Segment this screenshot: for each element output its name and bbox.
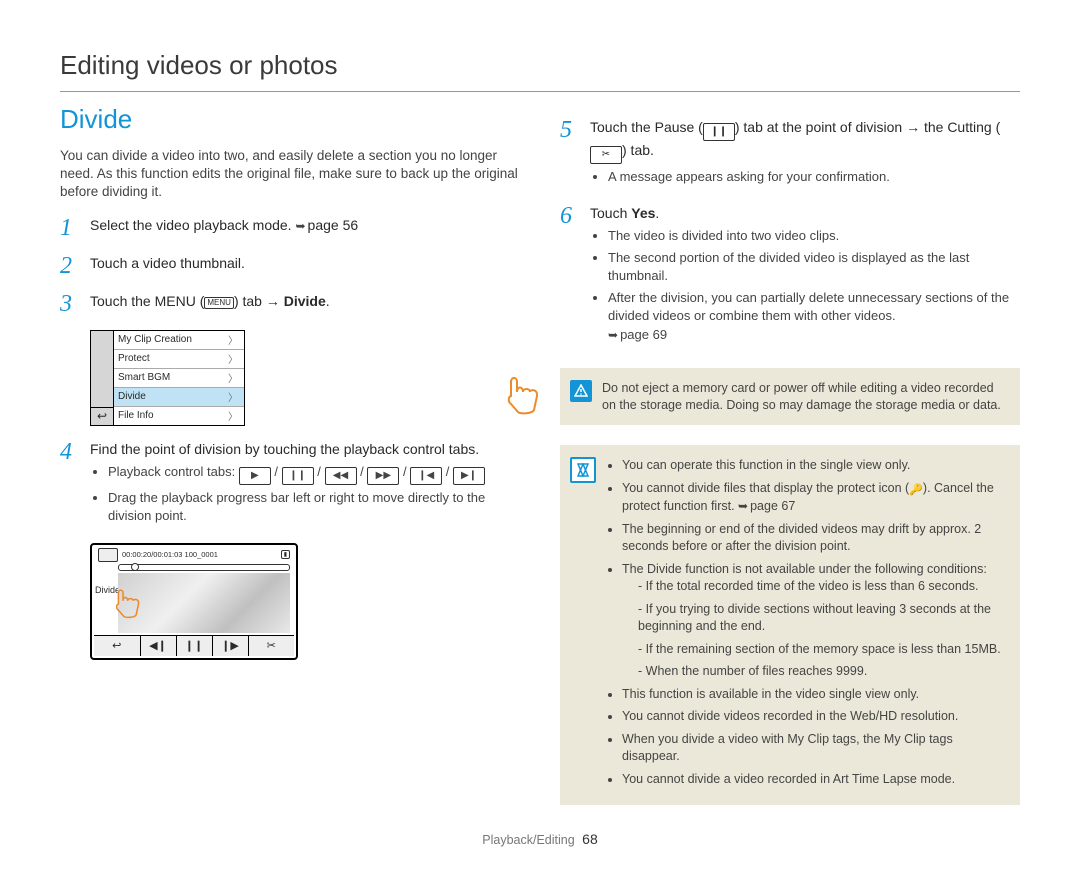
step-text: Touch Yes. The video is divided into two… — [590, 204, 1020, 348]
scissors-icon: ✂ — [590, 146, 622, 164]
step-3: 3 Touch the MENU (MENU) tab → Divide. — [60, 292, 520, 316]
step-6: 6 Touch Yes. The video is divided into t… — [560, 204, 1020, 348]
warning-text: Do not eject a memory card or power off … — [602, 380, 1008, 414]
control-prev: ◀❙ — [141, 636, 177, 656]
step-4: 4 Find the point of division by touching… — [60, 440, 520, 529]
hand-pointer-icon — [113, 587, 147, 621]
info-item: When you divide a video with My Clip tag… — [622, 731, 1008, 766]
right-column: 5 Touch the Pause (❙❙) tab at the point … — [560, 104, 1020, 805]
step-1-text: Select the video playback mode. — [90, 217, 292, 233]
video-frame — [118, 573, 290, 633]
play-icon: ▶ — [239, 467, 271, 485]
info-sublist: If the total recorded time of the video … — [622, 578, 1008, 681]
footer-section: Playback/Editing — [482, 833, 574, 847]
step-5: 5 Touch the Pause (❙❙) tab at the point … — [560, 118, 1020, 190]
playback-illustration: 00:00:20/00:01:03 100_0001 ▮ Divide ↩ ◀❙… — [90, 543, 298, 660]
battery-icon: ▮ — [281, 550, 290, 559]
playback-timestamp: 00:00:20/00:01:03 100_0001 — [122, 550, 218, 559]
step-number: 3 — [60, 292, 80, 316]
chevron-icon: 〉 — [228, 332, 238, 347]
page-ref: page 67 — [738, 499, 795, 513]
step-text: Touch a video thumbnail. — [90, 254, 245, 273]
chevron-icon: 〉 — [228, 389, 238, 404]
control-pause: ❙❙ — [177, 636, 213, 656]
info-item: This function is available in the video … — [622, 686, 1008, 704]
skip-back-icon: ❙◀ — [410, 467, 442, 485]
page-footer: Playback/Editing 68 — [60, 831, 1020, 847]
section-heading: Divide — [60, 104, 520, 135]
back-icon: ↩ — [91, 407, 113, 425]
page-title: Editing videos or photos — [60, 50, 1020, 87]
menu-row-selected: Divide〉 — [114, 388, 244, 407]
step-4-bullet-2: Drag the playback progress bar left or r… — [108, 489, 520, 525]
pause-icon: ❙❙ — [703, 123, 735, 141]
page-number: 68 — [582, 831, 598, 847]
info-bullets: You can operate this function in the sin… — [606, 457, 1008, 793]
manual-page: Editing videos or photos Divide You can … — [0, 0, 1080, 877]
section-intro: You can divide a video into two, and eas… — [60, 147, 520, 202]
step-5-bullets: A message appears asking for your confir… — [590, 168, 1020, 186]
info-item: You can operate this function in the sin… — [622, 457, 1008, 475]
thumbnail-icon — [98, 548, 118, 562]
step-number: 6 — [560, 204, 580, 228]
left-column: Divide You can divide a video into two, … — [60, 104, 520, 805]
playback-topbar: 00:00:20/00:01:03 100_0001 ▮ — [94, 547, 294, 563]
menu-row: Protect〉 — [114, 350, 244, 369]
header-rule — [60, 91, 1020, 92]
hand-pointer-icon — [504, 374, 548, 418]
page-ref: page 69 — [608, 327, 667, 342]
step-6-yes: Yes — [631, 205, 655, 221]
pause-icon: ❙❙ — [282, 467, 314, 485]
menu-illustration: ↩ My Clip Creation〉 Protect〉 Smart BGM〉 … — [90, 330, 520, 426]
menu-row: My Clip Creation〉 — [114, 331, 244, 350]
info-item: You cannot divide files that display the… — [622, 480, 1008, 516]
step-text: Select the video playback mode. page 56 — [90, 216, 358, 235]
step-3-target: Divide — [284, 293, 326, 309]
progress-bar — [118, 564, 290, 571]
arrow-icon: → — [262, 293, 284, 309]
control-back: ↩ — [94, 636, 141, 656]
control-cut: ✂ — [249, 636, 295, 656]
step-2: 2 Touch a video thumbnail. — [60, 254, 520, 278]
info-item: You cannot divide videos recorded in the… — [622, 708, 1008, 726]
info-item: The beginning or end of the divided vide… — [622, 521, 1008, 556]
playback-tabs-bullet: Playback control tabs: ▶ / ❙❙ / ◀◀ / ▶▶ … — [108, 463, 520, 485]
two-column-layout: Divide You can divide a video into two, … — [60, 104, 1020, 805]
menu-list: My Clip Creation〉 Protect〉 Smart BGM〉 Di… — [113, 330, 245, 426]
step-6-bullets: The video is divided into two video clip… — [590, 227, 1020, 344]
note-icon — [570, 457, 596, 483]
step-number: 5 — [560, 118, 580, 142]
menu-row: File Info〉 — [114, 407, 244, 425]
rewind-icon: ◀◀ — [325, 467, 357, 485]
step-text: Touch the MENU (MENU) tab → Divide. — [90, 292, 330, 311]
menu-back-column: ↩ — [90, 330, 113, 426]
playback-controls: ↩ ◀❙ ❙❙ ❙▶ ✂ — [94, 635, 294, 656]
info-item: The Divide function is not available und… — [622, 561, 1008, 681]
step-number: 1 — [60, 216, 80, 240]
step-1: 1 Select the video playback mode. page 5… — [60, 216, 520, 240]
page-ref: page 56 — [295, 217, 358, 233]
info-item: You cannot divide a video recorded in Ar… — [622, 771, 1008, 789]
chevron-icon: 〉 — [228, 370, 238, 385]
warning-icon — [570, 380, 592, 402]
step-number: 4 — [60, 440, 80, 464]
arrow-icon: → — [902, 119, 924, 135]
step-4-bullets: Playback control tabs: ▶ / ❙❙ / ◀◀ / ▶▶ … — [90, 463, 520, 525]
chevron-icon: 〉 — [228, 408, 238, 423]
warning-box: Do not eject a memory card or power off … — [560, 368, 1020, 426]
fastforward-icon: ▶▶ — [367, 467, 399, 485]
info-box: You can operate this function in the sin… — [560, 445, 1020, 805]
menu-key-icon: MENU — [204, 297, 234, 309]
protect-key-icon: 🔑 — [909, 483, 923, 498]
step-text: Find the point of division by touching t… — [90, 440, 520, 529]
menu-row: Smart BGM〉 — [114, 369, 244, 388]
control-next: ❙▶ — [213, 636, 249, 656]
skip-forward-icon: ▶❙ — [453, 467, 485, 485]
chevron-icon: 〉 — [228, 351, 238, 366]
step-text: Touch the Pause (❙❙) tab at the point of… — [590, 118, 1020, 190]
step-number: 2 — [60, 254, 80, 278]
